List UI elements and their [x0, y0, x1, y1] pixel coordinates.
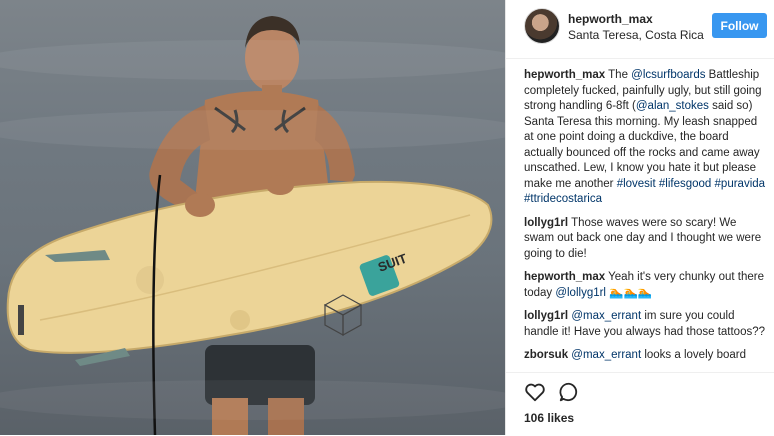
comment: hepworth_max Yeah it's very chunky out t…: [524, 270, 768, 301]
mention-link[interactable]: @lcsurfboards: [631, 69, 705, 81]
likes-count[interactable]: 106 likes: [524, 411, 574, 425]
mention-link[interactable]: @max_errant: [571, 310, 641, 322]
comment-username[interactable]: hepworth_max: [524, 271, 605, 283]
post-location[interactable]: Santa Teresa, Costa Rica: [568, 28, 704, 42]
comment: lollyg1rl @max_errant im sure you could …: [524, 309, 768, 340]
hand: [185, 193, 215, 217]
comment: lollyg1rl Those waves were so scary! We …: [524, 216, 768, 263]
follow-button[interactable]: Follow: [712, 13, 767, 38]
board-stain: [136, 266, 164, 294]
avatar[interactable]: [524, 8, 560, 44]
mention-link[interactable]: @max_errant: [571, 349, 641, 361]
post-header: hepworth_max Santa Teresa, Costa Rica Fo…: [506, 0, 774, 59]
hashtag-link[interactable]: #ttridecostarica: [524, 193, 602, 205]
caption-username[interactable]: hepworth_max: [524, 69, 605, 81]
post-photo: SUIT: [0, 0, 505, 435]
comment-username[interactable]: lollyg1rl: [524, 217, 568, 229]
hashtag-link[interactable]: #puravida: [715, 178, 766, 190]
wave: [0, 380, 505, 420]
caption: hepworth_max The @lcsurfboards Battleshi…: [524, 69, 766, 205]
neck: [262, 85, 282, 103]
wave: [0, 40, 505, 80]
comment-username[interactable]: lollyg1rl: [524, 310, 568, 322]
comments-list: hepworth_max The @lcsurfboards Battleshi…: [524, 68, 768, 372]
wave: [0, 110, 505, 150]
heart-icon[interactable]: [524, 381, 546, 403]
hashtag-link[interactable]: #lovesit: [617, 178, 656, 190]
post-username[interactable]: hepworth_max: [568, 12, 653, 26]
board-stain: [230, 310, 250, 330]
comment-username[interactable]: zborsuk: [524, 349, 568, 361]
mention-link[interactable]: @lollyg1rl: [555, 287, 606, 299]
hashtag-link[interactable]: #lifesgood: [659, 178, 711, 190]
surfboard: [6, 180, 493, 354]
swimmer-emoji: 🏊🏊🏊: [606, 286, 653, 299]
leash-plug: [18, 305, 24, 335]
mention-link[interactable]: @alan_stokes: [636, 100, 709, 112]
comment-text: looks a lovely board: [641, 349, 746, 361]
comment: zborsuk @max_errant looks a lovely board: [524, 348, 768, 364]
hand: [266, 175, 294, 195]
post-sidebar: hepworth_max Santa Teresa, Costa Rica Fo…: [505, 0, 774, 436]
comment-icon[interactable]: [558, 381, 580, 403]
post-actions: 106 likes: [506, 372, 774, 436]
